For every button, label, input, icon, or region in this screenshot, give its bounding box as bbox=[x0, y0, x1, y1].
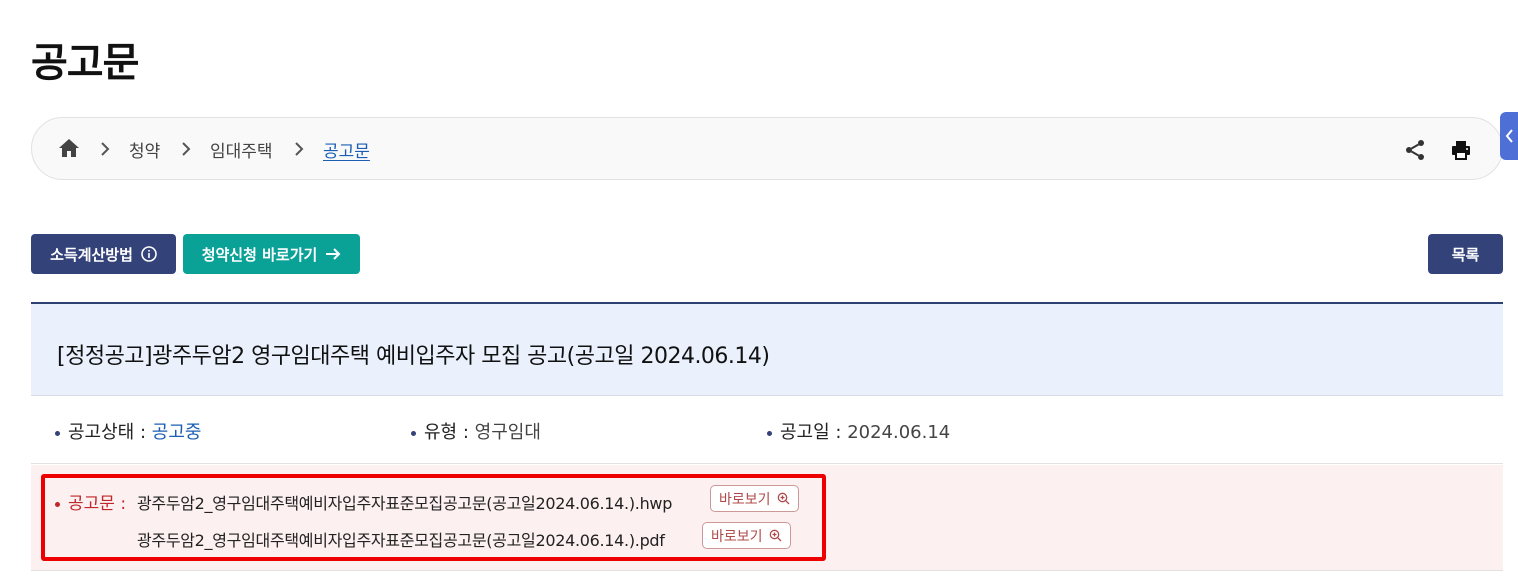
notice-title: [정정공고]광주두암2 영구임대주택 예비입주자 모집 공고(공고일 2024.… bbox=[57, 344, 770, 369]
print-icon[interactable] bbox=[1450, 139, 1472, 161]
files-label: 공고문 : bbox=[55, 489, 126, 514]
apply-shortcut-label: 청약신청 바로가기 bbox=[201, 245, 318, 264]
list-button[interactable]: 목록 bbox=[1428, 234, 1503, 274]
arrow-right-icon bbox=[326, 248, 341, 260]
bullet-icon bbox=[55, 430, 60, 436]
view-button-pdf[interactable]: 바로보기 bbox=[702, 522, 791, 549]
chevron-right-icon bbox=[101, 142, 110, 156]
chevron-right-icon bbox=[295, 142, 304, 156]
status-value: 공고중 bbox=[151, 422, 202, 443]
zoom-in-icon bbox=[769, 529, 781, 542]
zoom-in-icon bbox=[777, 492, 789, 505]
file-link-pdf[interactable]: 광주두암2_영구임대주택예비자입주자표준모집공고문(공고일2024.06.14.… bbox=[137, 527, 665, 551]
view-button-label: 바로보기 bbox=[711, 528, 763, 545]
date-value: 2024.06.14 bbox=[847, 422, 951, 443]
status-label: 공고상태 : bbox=[68, 422, 147, 443]
page-title: 공고문 bbox=[31, 40, 139, 86]
info-icon bbox=[141, 246, 157, 262]
date-info: 공고일 : 2024.06.14 bbox=[767, 418, 950, 444]
bullet-icon bbox=[55, 501, 60, 507]
breadcrumb: 청약 임대주택 공고문 bbox=[31, 117, 1503, 180]
side-panel-toggle[interactable] bbox=[1500, 112, 1518, 160]
apply-shortcut-button[interactable]: 청약신청 바로가기 bbox=[183, 234, 360, 274]
status-info: 공고상태 : 공고중 bbox=[55, 418, 201, 444]
share-icon[interactable] bbox=[1403, 138, 1427, 162]
notice-info-row: 공고상태 : 공고중 유형 : 영구임대 공고일 : 2024.06.14 bbox=[31, 396, 1503, 464]
breadcrumb-item-rental-housing[interactable]: 임대주택 bbox=[210, 137, 273, 162]
breadcrumb-item-cheongyak[interactable]: 청약 bbox=[129, 137, 160, 162]
view-button-label: 바로보기 bbox=[719, 491, 771, 508]
date-label: 공고일 : bbox=[780, 422, 842, 443]
chevron-left-icon bbox=[1505, 129, 1513, 143]
type-value: 영구임대 bbox=[474, 422, 541, 443]
notice-files-row: 공고문 : 광주두암2_영구임대주택예비자입주자표준모집공고문(공고일2024.… bbox=[31, 465, 1503, 571]
type-info: 유형 : 영구임대 bbox=[411, 418, 541, 444]
file-link-hwp[interactable]: 광주두암2_영구임대주택예비자입주자표준모집공고문(공고일2024.06.14.… bbox=[137, 490, 672, 514]
type-label: 유형 : bbox=[424, 422, 469, 443]
breadcrumb-item-current[interactable]: 공고문 bbox=[323, 137, 370, 162]
income-calc-button[interactable]: 소득계산방법 bbox=[31, 234, 176, 274]
notice-title-box: [정정공고]광주두암2 영구임대주택 예비입주자 모집 공고(공고일 2024.… bbox=[31, 302, 1503, 396]
bullet-icon bbox=[767, 430, 772, 436]
income-calc-label: 소득계산방법 bbox=[50, 245, 133, 264]
bullet-icon bbox=[411, 430, 416, 436]
list-button-label: 목록 bbox=[1451, 245, 1480, 264]
files-label-text: 공고문 : bbox=[68, 494, 127, 514]
home-icon[interactable] bbox=[58, 138, 80, 158]
view-button-hwp[interactable]: 바로보기 bbox=[710, 485, 799, 512]
chevron-right-icon bbox=[182, 142, 191, 156]
